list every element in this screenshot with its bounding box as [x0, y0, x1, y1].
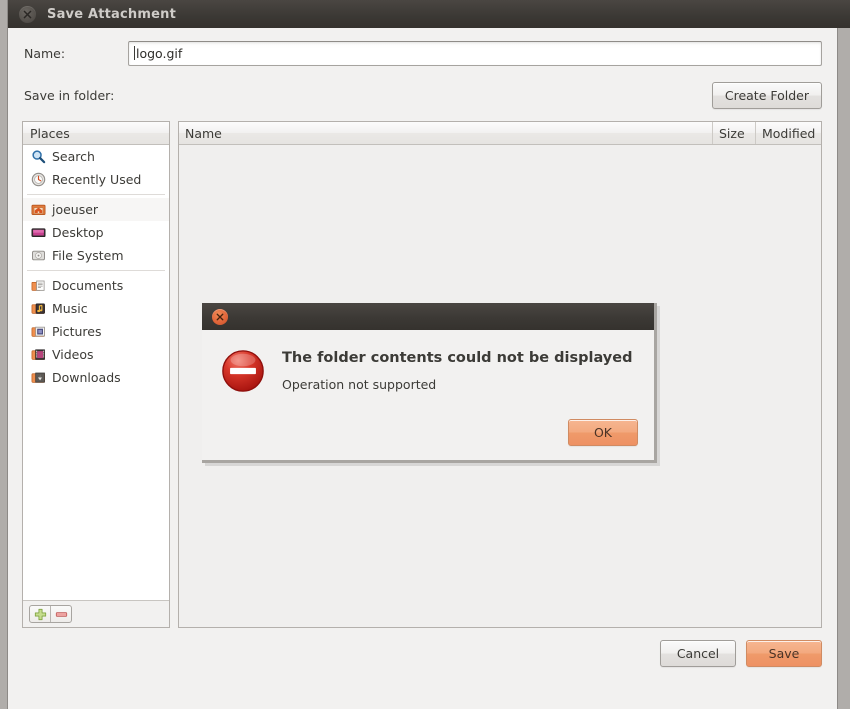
sidebar-item-label: joeuser [52, 202, 99, 217]
places-separator [27, 270, 165, 271]
minus-icon[interactable] [50, 606, 71, 622]
sidebar-item-file-system[interactable]: File System [23, 244, 169, 267]
sidebar-item-label: Music [52, 301, 88, 316]
sidebar-item-label: Documents [52, 278, 124, 293]
places-footer [23, 600, 169, 627]
text-caret [134, 46, 135, 60]
create-folder-button[interactable]: Create Folder [711, 81, 822, 109]
videos-folder-icon [30, 347, 46, 363]
error-dialog-text: The folder contents could not be display… [268, 348, 638, 419]
column-header-modified[interactable]: Modified [755, 122, 821, 144]
desktop-icon [30, 225, 46, 241]
music-folder-icon [30, 301, 46, 317]
ok-button[interactable]: OK [568, 419, 638, 446]
error-dialog: The folder contents could not be display… [202, 303, 657, 463]
sidebar-item-music[interactable]: Music [23, 297, 169, 320]
name-row: Name: logo.gif [8, 28, 837, 68]
hard-drive-icon [30, 248, 46, 264]
downloads-folder-icon [30, 370, 46, 386]
save-in-folder-row: Save in folder: Create Folder [8, 68, 837, 111]
sidebar-item-label: Videos [52, 347, 94, 362]
sidebar-item-label: Desktop [52, 225, 104, 240]
name-input[interactable]: logo.gif [128, 40, 822, 66]
dialog-action-bar: Cancel Save [8, 628, 837, 667]
sidebar-item-label: File System [52, 248, 124, 263]
sidebar-item-downloads[interactable]: Downloads [23, 366, 169, 389]
plus-icon[interactable] [30, 606, 50, 622]
places-separator [27, 194, 165, 195]
sidebar-item-pictures[interactable]: Pictures [23, 320, 169, 343]
sidebar-item-label: Search [52, 149, 95, 164]
search-icon [30, 149, 46, 165]
sidebar-item-videos[interactable]: Videos [23, 343, 169, 366]
pictures-folder-icon [30, 324, 46, 340]
error-primary-text: The folder contents could not be display… [282, 350, 633, 366]
close-icon[interactable] [212, 308, 228, 325]
save-button[interactable]: Save [746, 640, 822, 667]
name-label: Name: [24, 45, 66, 61]
window-title: Save Attachment [47, 6, 177, 22]
window-titlebar: Save Attachment [8, 0, 850, 28]
documents-folder-icon [30, 278, 46, 294]
recently-used-icon [30, 172, 46, 188]
column-header-name[interactable]: Name [179, 122, 712, 144]
close-icon[interactable] [19, 5, 36, 23]
sidebar-item-documents[interactable]: Documents [23, 274, 169, 297]
places-list[interactable]: Search Recently Used joeuser Desktop Fil… [23, 145, 169, 600]
sidebar-item-recently-used[interactable]: Recently Used [23, 168, 169, 191]
error-stop-icon [220, 348, 268, 419]
home-folder-icon [30, 202, 46, 218]
cancel-button[interactable]: Cancel [660, 640, 736, 667]
sidebar-item-search[interactable]: Search [23, 145, 169, 168]
file-list-header: Name Size Modified [179, 122, 821, 145]
error-dialog-body: The folder contents could not be display… [202, 330, 654, 419]
error-secondary-text: Operation not supported [282, 377, 437, 392]
error-dialog-titlebar [202, 303, 654, 330]
sidebar-item-label: Downloads [52, 370, 121, 385]
sidebar-item-desktop[interactable]: Desktop [23, 221, 169, 244]
places-sidebar: Places Search Recently Used joeuser Desk… [22, 121, 170, 628]
error-dialog-actions: OK [202, 419, 654, 460]
name-input-value: logo.gif [136, 45, 183, 61]
sidebar-item-label: Pictures [52, 324, 102, 339]
bookmark-buttons [29, 605, 72, 623]
sidebar-item-label: Recently Used [52, 172, 142, 187]
column-header-size[interactable]: Size [712, 122, 755, 144]
places-header: Places [23, 122, 169, 145]
save-in-folder-label: Save in folder: [24, 87, 115, 103]
sidebar-item-joeuser[interactable]: joeuser [23, 198, 169, 221]
